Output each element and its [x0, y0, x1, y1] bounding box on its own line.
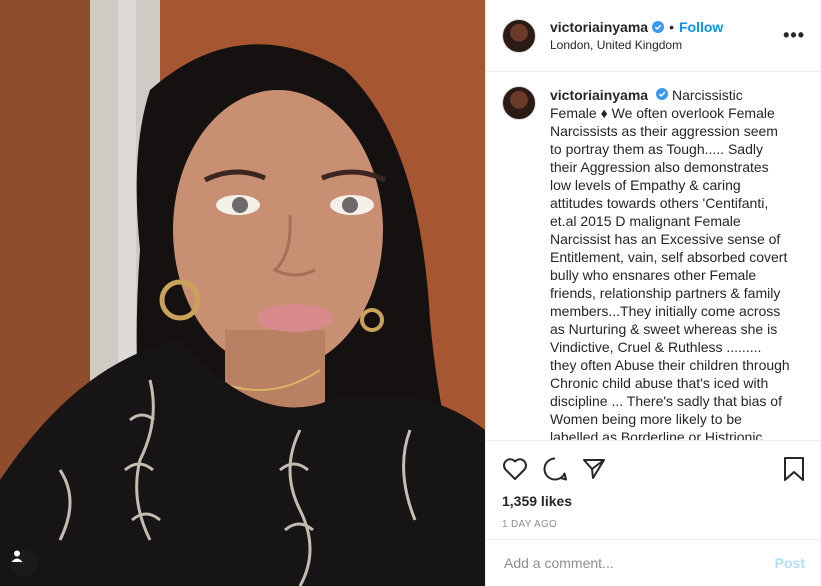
post-timestamp[interactable]: 1 DAY AGO	[502, 519, 805, 530]
caption-body: Narcissistic Female ♦ We often overlook …	[550, 87, 790, 440]
header-text: victoriainyama • Follow London, United K…	[550, 19, 783, 52]
caption: victoriainyama Narcissistic Female ♦ We …	[550, 86, 790, 440]
heart-icon[interactable]	[502, 457, 528, 481]
post-header: victoriainyama • Follow London, United K…	[486, 0, 821, 72]
post-details-panel: victoriainyama • Follow London, United K…	[485, 0, 821, 586]
share-icon[interactable]	[582, 457, 606, 481]
caption-avatar[interactable]	[502, 86, 536, 120]
post-comment-button[interactable]: Post	[775, 555, 805, 571]
verified-badge-icon	[656, 88, 669, 100]
comment-input[interactable]	[502, 554, 775, 572]
follow-button[interactable]: Follow	[679, 19, 723, 35]
comment-box: Post	[486, 539, 821, 586]
header-row: victoriainyama • Follow	[550, 19, 783, 35]
caption-username-link[interactable]: victoriainyama	[550, 87, 648, 103]
user-tag-icon[interactable]	[10, 549, 38, 577]
caption-area: victoriainyama Narcissistic Female ♦ We …	[486, 72, 821, 440]
comment-icon[interactable]	[542, 456, 568, 482]
post-photo[interactable]	[0, 0, 485, 586]
portrait-illustration	[0, 0, 485, 586]
action-icons	[502, 449, 805, 489]
verified-badge-icon	[652, 21, 665, 33]
likes-count[interactable]: 1,359 likes	[502, 493, 805, 509]
bookmark-icon[interactable]	[783, 456, 805, 482]
location-link[interactable]: London, United Kingdom	[550, 38, 783, 52]
username-link[interactable]: victoriainyama	[550, 19, 648, 35]
avatar[interactable]	[502, 18, 536, 53]
more-options-button[interactable]: •••	[783, 25, 805, 46]
separator-dot: •	[669, 19, 674, 35]
